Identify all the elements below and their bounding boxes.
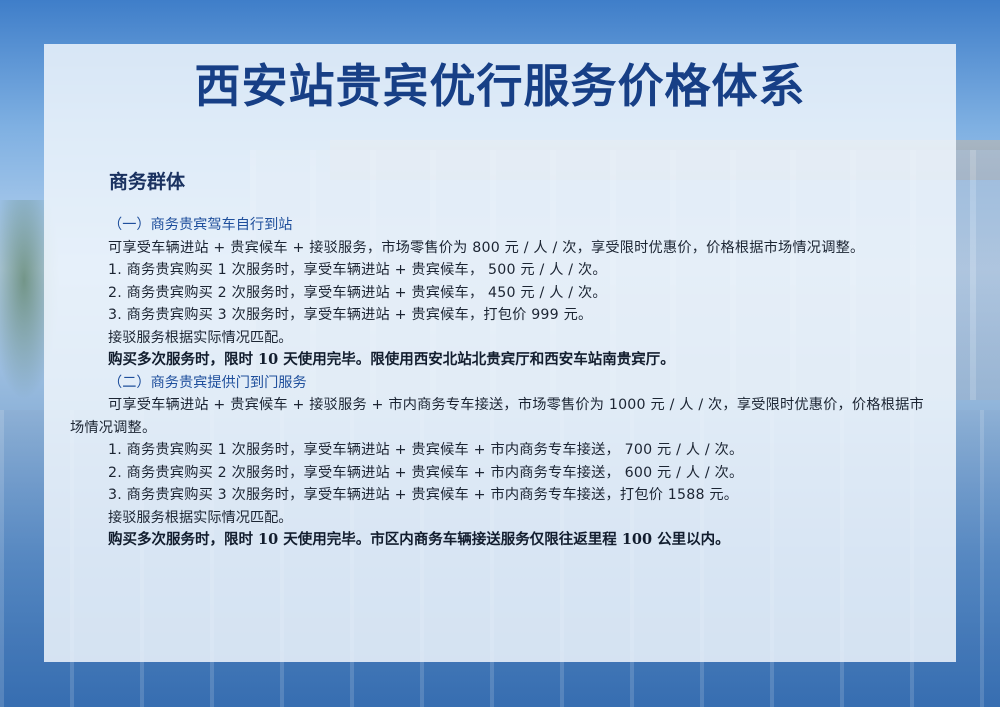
price-content: （一）商务贵宾驾车自行到站 可享受车辆进站 + 贵宾候车 + 接驳服务，市场零售… [70, 214, 932, 552]
section1-item-1: 1. 商务贵宾购买 1 次服务时，享受车辆进站 + 贵宾候车， 500 元 / … [108, 262, 607, 278]
section1-intro: 可享受车辆进站 + 贵宾候车 + 接驳服务，市场零售价为 800 元 / 人 /… [108, 239, 865, 256]
group-title: 商务群体 [109, 171, 186, 193]
section1-item-2: 2. 商务贵宾购买 2 次服务时，享受车辆进站 + 贵宾候车， 450 元 / … [108, 284, 607, 301]
section2-note: 接驳服务根据实际情况匹配。 [108, 509, 293, 526]
section2-intro: 可享受车辆进站 + 贵宾候车 + 接驳服务 + 市内商务专车接送，市场零售价为 … [70, 397, 924, 436]
section1-note: 接驳服务根据实际情况匹配。 [108, 329, 293, 346]
section2-bold-note: 购买多次服务时，限时 10 天使用完毕。市区内商务车辆接送服务仅限往返里程 10… [108, 531, 730, 548]
page-title: 西安站贵宾优行服务价格体系 [194, 59, 806, 113]
section2-heading: （二）商务贵宾提供门到门服务 [108, 374, 307, 391]
section2-item-3: 3. 商务贵宾购买 3 次服务时，享受车辆进站 + 贵宾候车 + 市内商务专车接… [108, 487, 739, 503]
section2-item-2: 2. 商务贵宾购买 2 次服务时，享受车辆进站 + 贵宾候车 + 市内商务专车接… [108, 464, 744, 481]
section2-item-1: 1. 商务贵宾购买 1 次服务时，享受车辆进站 + 贵宾候车 + 市内商务专车接… [108, 442, 744, 458]
section1-bold-note: 购买多次服务时，限时 10 天使用完毕。限使用西安北站北贵宾厅和西安车站南贵宾厅… [108, 351, 675, 368]
section1-heading: （一）商务贵宾驾车自行到站 [108, 217, 293, 233]
section1-item-3: 3. 商务贵宾购买 3 次服务时，享受车辆进站 + 贵宾候车，打包价 999 元… [108, 307, 593, 323]
